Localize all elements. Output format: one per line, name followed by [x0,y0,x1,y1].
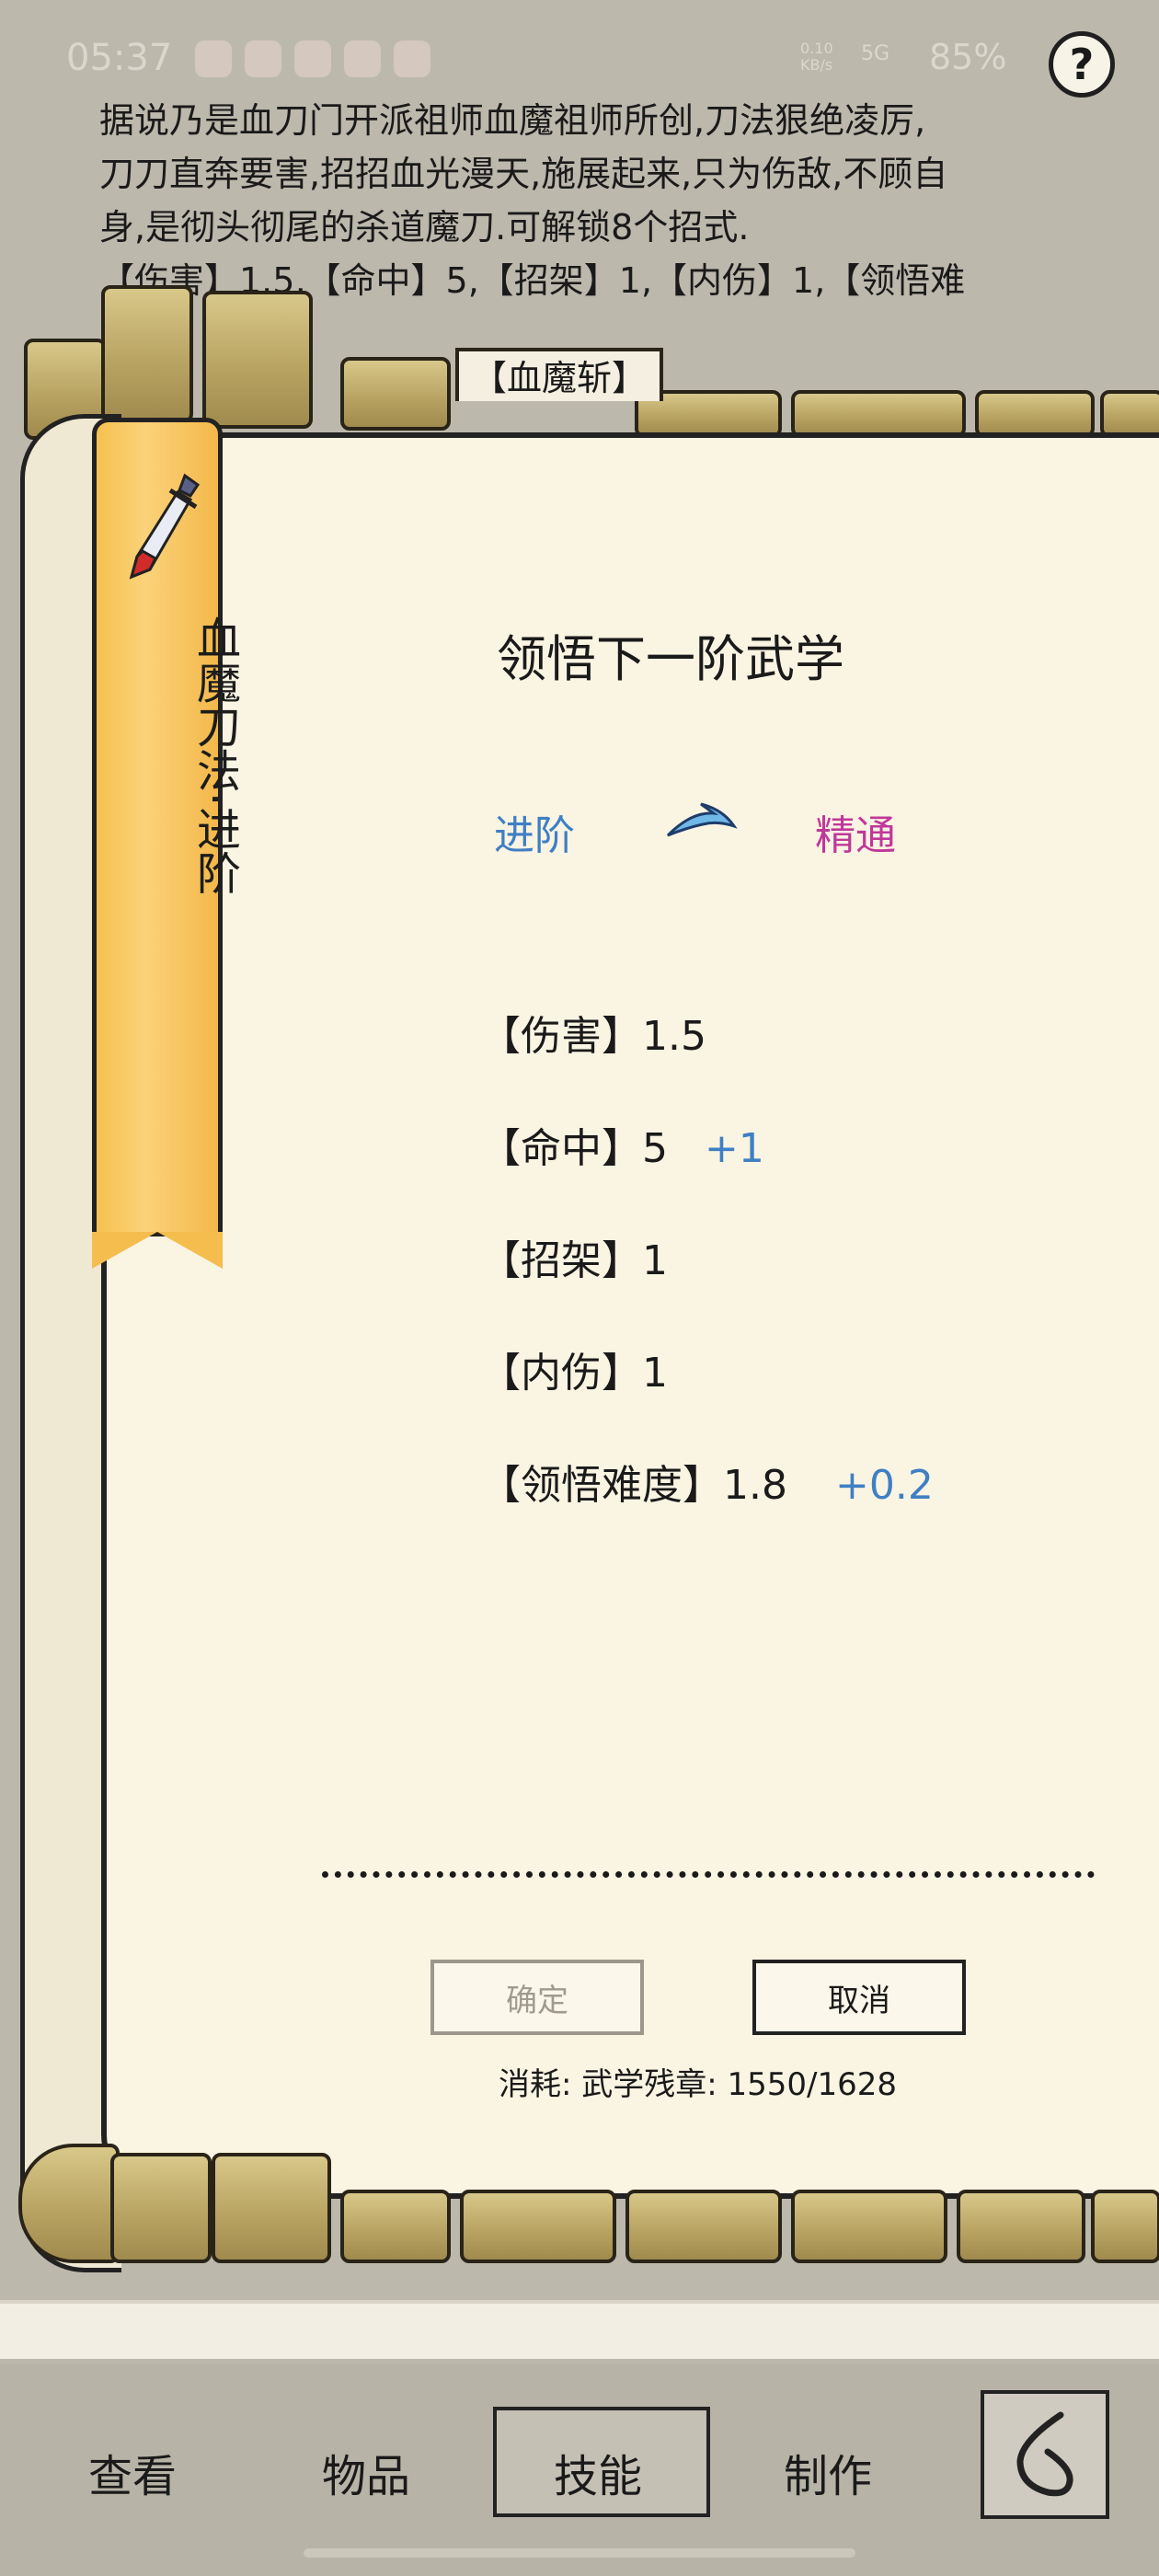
help-button[interactable]: ? [1049,31,1115,98]
stat-bonus: +1 [705,1125,764,1172]
roll-segment [110,2153,212,2263]
stat-comprehension-difficulty: 【领悟难度】1.8 +0.2 [480,1462,934,1509]
roll-segment [975,390,1095,438]
net-speed: 0.10 KB/s [800,40,833,74]
next-tier: 精通 [815,812,896,859]
app-notification-icon [344,40,381,77]
app-notification-icon [195,40,232,77]
stat-bonus: +0.2 [834,1462,934,1509]
cancel-button[interactable]: 取消 [752,1960,966,2035]
scroll-skill-tab[interactable]: 【血魔斩】 [455,348,664,401]
nav-items[interactable]: 物品 [322,2440,410,2504]
current-tier: 进阶 [494,812,575,859]
skill-ribbon: 血魔刀法·进阶 [92,418,240,1269]
roll-segment [791,390,966,438]
roll-segment [460,2190,616,2263]
stat-damage: 【伤害】1.5 [480,1013,706,1060]
back-button[interactable] [981,2390,1109,2519]
app-notification-icon [245,40,281,77]
dagger-icon [129,473,201,580]
back-icon [1016,2411,1073,2497]
description-line: 据说乃是血刀门开派祖师血魔祖师所创,刀法狠绝凌厉, [99,100,926,141]
scroll-paper [101,432,1159,2199]
stat-internal-injury: 【内伤】1 [480,1350,668,1397]
panel-title: 领悟下一阶武学 [497,630,844,688]
app-notification-icon [294,40,331,77]
battery-level: 85% [929,37,1007,77]
skill-title-vertical: 血魔刀法·进阶 [189,615,240,895]
signal-indicator: 5G [861,42,890,65]
skill-description: 据说乃是血刀门开派祖师血魔祖师所创,刀法狠绝凌厉, 刀刀直奔要害,招招血光漫天,… [99,94,1093,307]
roll-segment [18,2144,120,2263]
bottom-nav: 查看 物品 技能 制作 [0,2364,1159,2576]
nav-view[interactable]: 查看 [88,2440,177,2504]
status-app-icons [195,40,430,77]
stat-hit: 【命中】5 +1 [480,1125,764,1172]
roll-segment [1091,2190,1159,2263]
roll-segment [1100,390,1159,438]
app-notification-icon [394,40,430,77]
roll-segment [202,291,313,429]
arrow-right-icon [666,802,738,837]
nav-skills[interactable]: 技能 [554,2440,642,2504]
cost-text: 消耗: 武学残章: 1550/1628 [499,2066,898,2103]
roll-segment [101,285,193,423]
roll-segment [957,2190,1085,2263]
roll-segment [340,2190,451,2263]
roll-segment [791,2190,947,2263]
description-line: 刀刀直奔要害,招招血光漫天,施展起来,只为伤敌,不顾自 [99,154,948,194]
stat-parry: 【招架】1 [480,1237,668,1284]
roll-segment [340,357,451,431]
nav-craft[interactable]: 制作 [784,2440,872,2504]
roll-segment [212,2153,331,2263]
status-time: 05:37 [66,37,173,79]
question-icon: ? [1069,40,1095,89]
home-indicator[interactable] [304,2548,855,2558]
confirm-button[interactable]: 确定 [430,1960,644,2035]
scroll-shadow-band [0,2300,1159,2359]
roll-segment [625,2190,782,2263]
dotted-divider [322,1862,1095,1878]
description-line: 身,是彻头彻尾的杀道魔刀.可解锁8个招式. [99,207,750,247]
